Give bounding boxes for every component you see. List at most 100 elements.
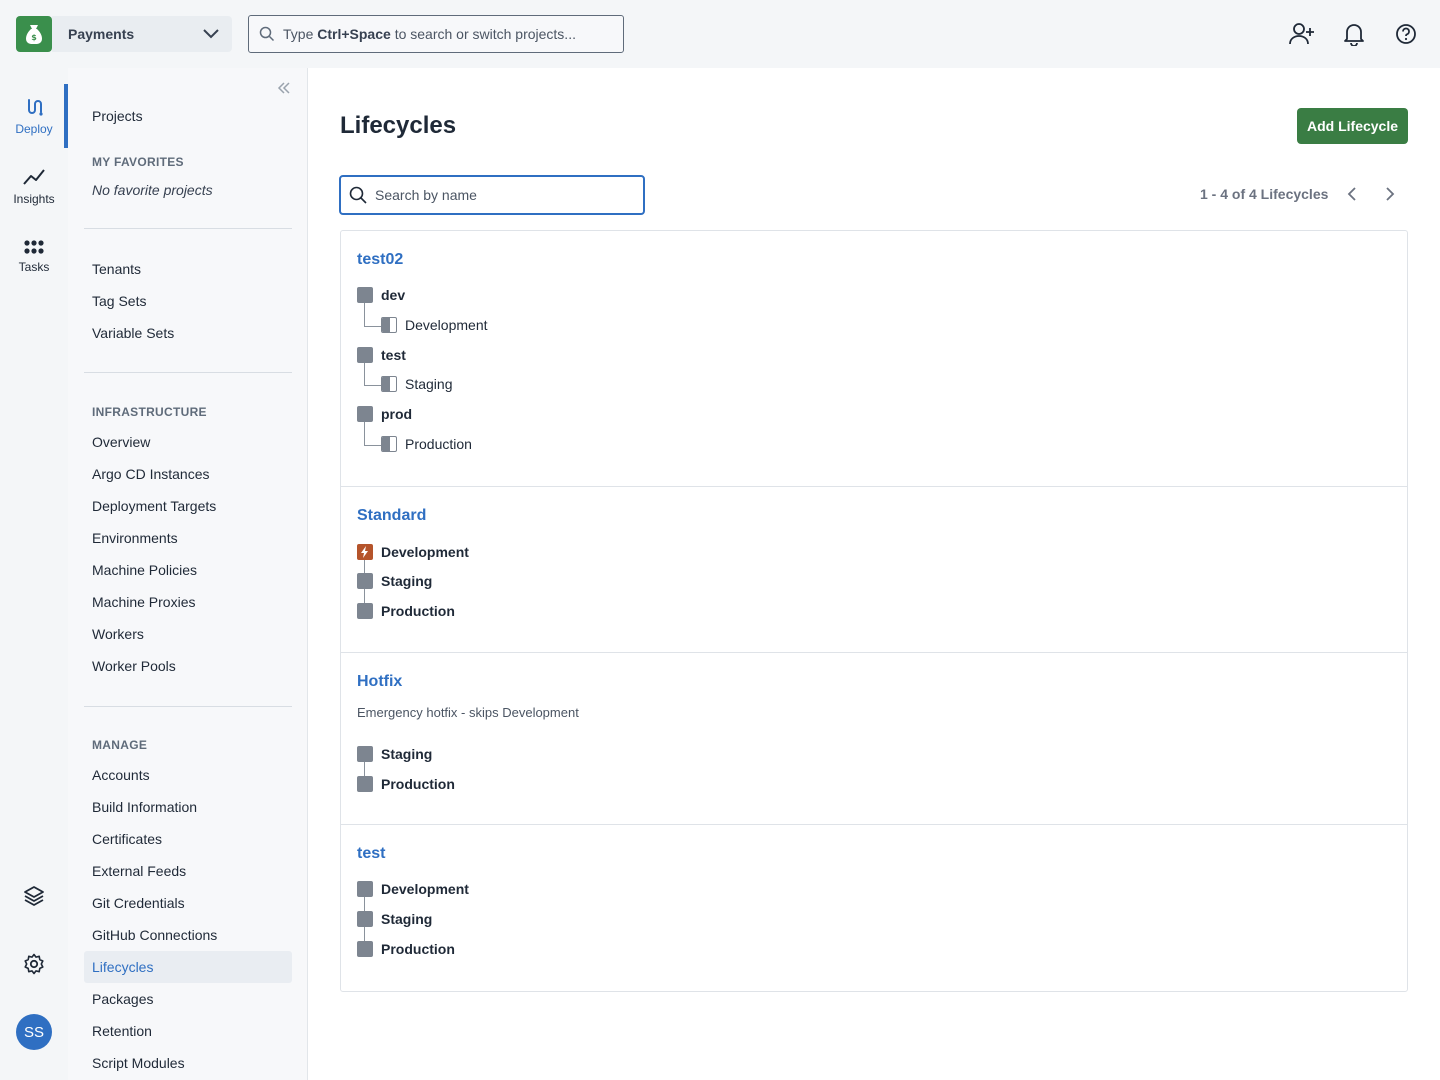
rail-deploy[interactable]: Deploy <box>0 84 68 148</box>
page-title: Lifecycles <box>340 112 457 139</box>
environment-name: Development <box>405 317 488 333</box>
sidebar-divider <box>84 706 292 707</box>
phase-square-icon <box>357 406 373 422</box>
sidebar-item-tag-sets[interactable]: Tag Sets <box>84 285 292 317</box>
sidebar-item-certificates[interactable]: Certificates <box>84 823 292 855</box>
sidebar-item-machine-proxies[interactable]: Machine Proxies <box>84 586 292 618</box>
trend-line-icon <box>23 168 45 185</box>
lifecycle-name-link[interactable]: test02 <box>357 251 403 269</box>
sidebar-divider <box>84 372 292 373</box>
sidebar-item-script-modules[interactable]: Script Modules <box>84 1047 292 1079</box>
sidebar-item-environments[interactable]: Environments <box>84 522 292 554</box>
phase-name: Production <box>381 603 455 619</box>
phase-row: dev <box>357 285 405 305</box>
sidebar-item-variable-sets[interactable]: Variable Sets <box>84 317 292 349</box>
lifecycle-name-link[interactable]: Hotfix <box>357 673 402 691</box>
sidebar-item-tenants[interactable]: Tenants <box>84 253 292 285</box>
phase-name: Production <box>381 941 455 957</box>
lifecycle-search[interactable] <box>339 175 645 215</box>
tree-line <box>364 422 365 445</box>
global-search[interactable]: Type Ctrl+Space to search or switch proj… <box>248 15 624 53</box>
deploy-icon <box>28 98 43 116</box>
chevron-down-icon <box>203 29 219 39</box>
lifecycle-card: test02 dev Development test Staging prod <box>341 231 1407 487</box>
sidebar-item-worker-pools[interactable]: Worker Pools <box>84 650 292 682</box>
tasks-grid-icon <box>24 239 44 254</box>
sidebar-item-lifecycles[interactable]: Lifecycles <box>84 951 292 983</box>
search-input[interactable] <box>375 187 625 203</box>
space-name: Payments <box>68 26 135 42</box>
phase-square-icon <box>357 911 373 927</box>
phase-name: Staging <box>381 911 433 927</box>
phase-square-icon <box>357 603 373 619</box>
lifecycle-name-link[interactable]: Standard <box>357 507 426 525</box>
phase-name: dev <box>381 287 406 303</box>
phase-square-icon <box>357 746 373 762</box>
sidebar-item-machine-policies[interactable]: Machine Policies <box>84 554 292 586</box>
help-icon[interactable] <box>1392 20 1420 48</box>
phase-square-icon <box>357 776 373 792</box>
svg-text:$: $ <box>31 33 37 42</box>
sidebar-item-packages[interactable]: Packages <box>84 983 292 1015</box>
phase-square-icon <box>357 881 373 897</box>
sidebar-item-external-feeds[interactable]: External Feeds <box>84 855 292 887</box>
phase-row: Production <box>357 939 455 959</box>
phase-row: Development <box>357 542 469 562</box>
environment-row: Staging <box>381 374 452 394</box>
phase-square-icon <box>357 347 373 363</box>
lifecycle-list: test02 dev Development test Staging prod <box>340 230 1408 992</box>
collapse-sidebar-icon[interactable] <box>276 80 292 96</box>
invite-user-icon[interactable] <box>1288 20 1316 48</box>
tree-line <box>364 326 382 327</box>
search-prefix: Type <box>283 26 314 42</box>
sidebar-item-workers[interactable]: Workers <box>84 618 292 650</box>
phase-name: prod <box>381 406 413 422</box>
tree-line <box>364 363 365 386</box>
sidebar-item-overview[interactable]: Overview <box>84 426 292 458</box>
sidebar-item-retention[interactable]: Retention <box>84 1015 292 1047</box>
rail-insights[interactable]: Insights <box>0 154 68 218</box>
phase-name: Development <box>381 881 469 897</box>
tree-line <box>364 385 382 386</box>
sidebar-item-git-credentials[interactable]: Git Credentials <box>84 887 292 919</box>
lifecycle-description: Emergency hotfix - skips Development <box>357 705 579 720</box>
manage-heading: MANAGE <box>92 738 148 752</box>
phase-row: prod <box>357 404 412 424</box>
sidebar-item-deployment-targets[interactable]: Deployment Targets <box>84 490 292 522</box>
search-suffix: to search or switch projects... <box>394 26 576 42</box>
lifecycle-name-link[interactable]: test <box>357 845 385 863</box>
sidebar-item-accounts[interactable]: Accounts <box>84 759 292 791</box>
tree-line <box>364 303 365 326</box>
avatar[interactable]: SS <box>16 1014 52 1050</box>
pagination-summary: 1 - 4 of 4 Lifecycles <box>1200 186 1329 202</box>
search-icon <box>259 26 275 42</box>
environment-icon <box>381 317 397 333</box>
sidebar-item-projects[interactable]: Projects <box>84 100 292 132</box>
infrastructure-heading: INFRASTRUCTURE <box>92 405 207 419</box>
sidebar-item-argo-cd-instances[interactable]: Argo CD Instances <box>84 458 292 490</box>
gear-icon[interactable] <box>17 947 51 981</box>
top-bar: $ Payments Type Ctrl+Space to search or … <box>0 0 1440 68</box>
sidebar-item-build-information[interactable]: Build Information <box>84 791 292 823</box>
layers-icon[interactable] <box>17 879 51 913</box>
environment-row: Development <box>381 315 488 335</box>
previous-page-icon[interactable] <box>1342 184 1362 204</box>
sidebar-item-github-connections[interactable]: GitHub Connections <box>84 919 292 951</box>
environment-name: Production <box>405 436 472 452</box>
favorites-empty-text: No favorite projects <box>92 182 213 198</box>
phase-row: Production <box>357 774 455 794</box>
add-lifecycle-button[interactable]: Add Lifecycle <box>1297 108 1408 144</box>
lifecycle-card: test Development Staging Production <box>341 825 1407 991</box>
rail-tasks-label: Tasks <box>18 259 50 274</box>
left-rail <box>0 68 68 1080</box>
space-switcher[interactable]: Payments <box>52 16 232 52</box>
next-page-icon[interactable] <box>1380 184 1400 204</box>
phase-square-icon <box>357 573 373 589</box>
phase-name: test <box>381 347 406 363</box>
lifecycle-card: Hotfix Emergency hotfix - skips Developm… <box>341 653 1407 825</box>
phase-name: Development <box>381 544 469 560</box>
bell-icon[interactable] <box>1340 20 1368 48</box>
phase-square-icon <box>357 941 373 957</box>
rail-tasks[interactable]: Tasks <box>0 224 68 288</box>
space-logo-icon[interactable]: $ <box>16 16 52 52</box>
